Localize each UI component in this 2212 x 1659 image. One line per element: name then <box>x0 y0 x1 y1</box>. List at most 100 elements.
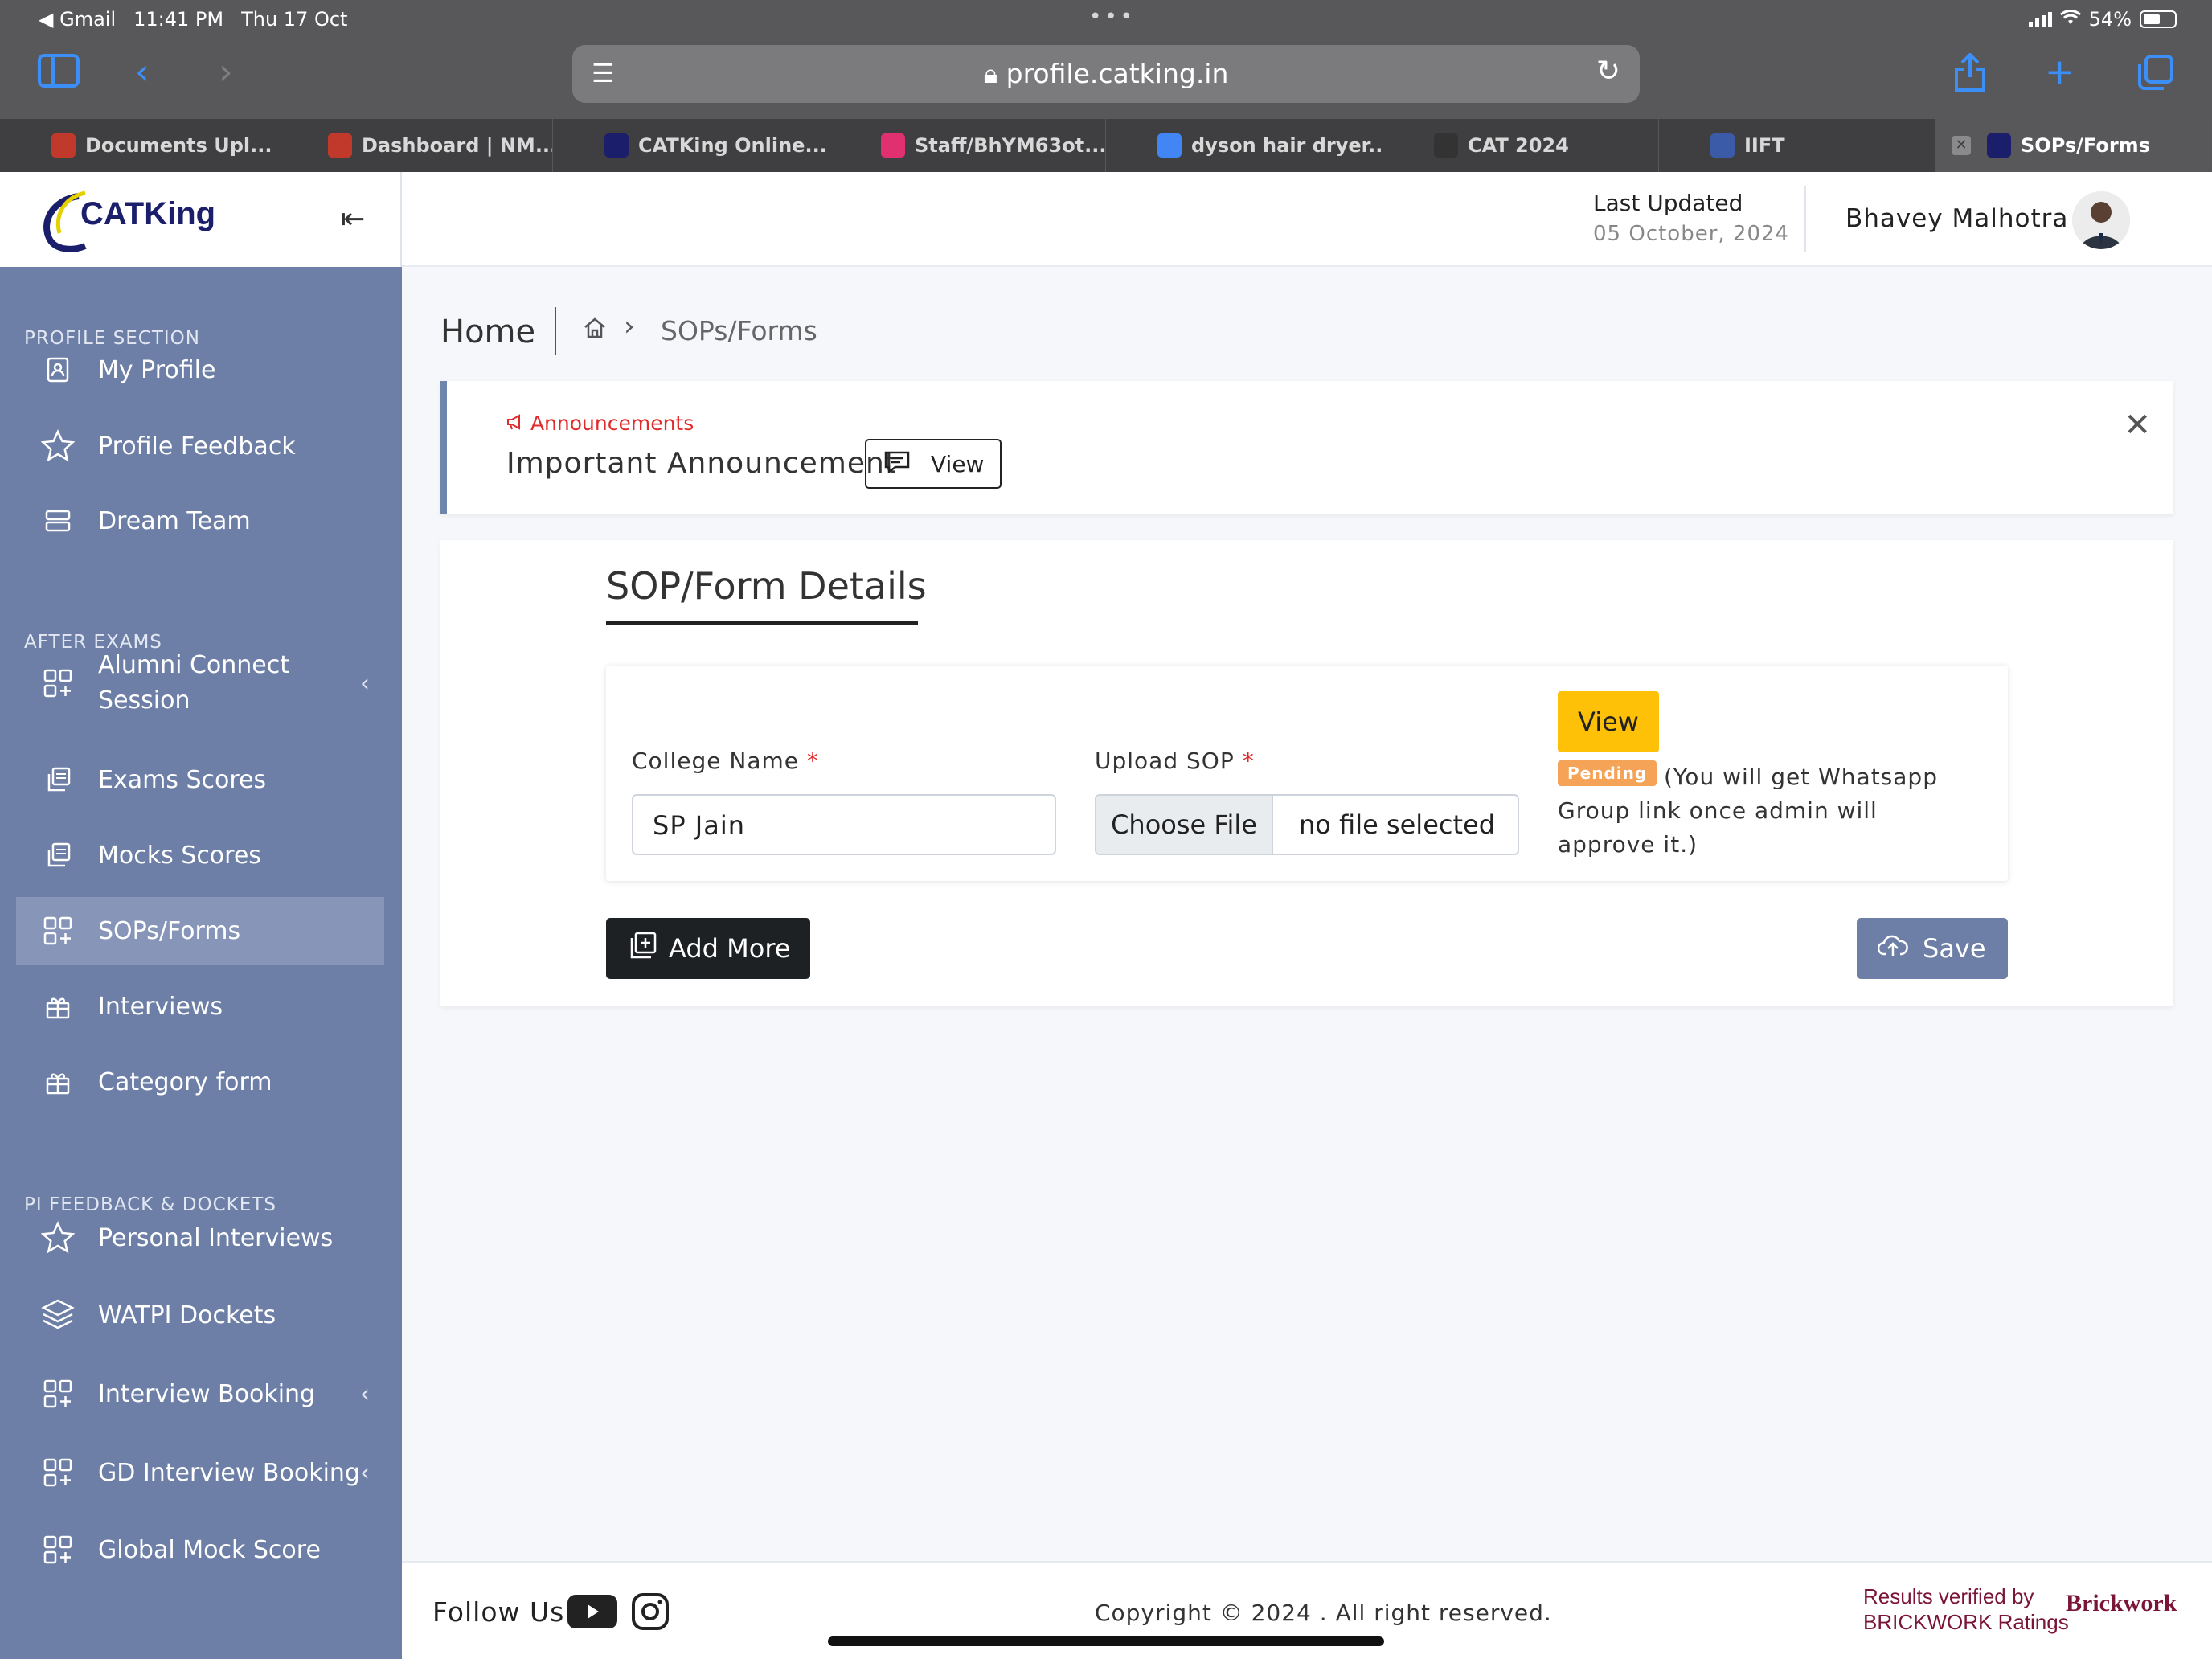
browser-tab[interactable]: dyson hair dryer... <box>1106 119 1382 172</box>
grid-plus-icon <box>40 666 76 701</box>
browser-tab[interactable]: CATKing Online... <box>553 119 830 172</box>
favicon-icon <box>1710 133 1735 158</box>
announcement-title: Important Announcement <box>506 447 897 480</box>
sidebar-item-label: Interviews <box>98 992 223 1021</box>
collapse-sidebar-icon[interactable]: ⇤ <box>341 203 365 236</box>
sidebar-item-profile-feedback[interactable]: Profile Feedback <box>16 412 384 480</box>
upload-sop-input[interactable]: Choose File no file selected <box>1095 794 1519 855</box>
chevron-right-icon: › <box>624 310 635 342</box>
sidebar-item-exams-scores[interactable]: Exams Scores <box>16 746 384 813</box>
sop-form-card: SOP/Form Details College Name * SP Jain U… <box>440 540 2173 1006</box>
share-icon[interactable] <box>1953 52 1987 100</box>
title-underline <box>606 621 918 625</box>
status-time: 11:41 PM <box>133 8 224 31</box>
browser-tab[interactable]: ✕ SOPs/Forms <box>1936 119 2212 172</box>
favicon-icon <box>1987 133 2011 158</box>
star-icon <box>40 428 76 464</box>
choose-file-button[interactable]: Choose File <box>1096 796 1273 854</box>
copyright-text: Copyright © 2024 . All right reserved. <box>1095 1600 1552 1626</box>
view-sop-button[interactable]: View <box>1558 691 1659 752</box>
sidebar-item-mocks-scores[interactable]: Mocks Scores <box>16 821 384 889</box>
instagram-icon[interactable] <box>630 1591 670 1632</box>
back-to-app[interactable]: ◀ Gmail <box>39 8 116 31</box>
tab-title: Staff/BhYM63ot... <box>915 134 1106 157</box>
favicon-icon <box>604 133 629 158</box>
logo-text: CATKing <box>80 196 216 231</box>
required-mark: * <box>806 748 819 774</box>
sidebar-item-label: Alumni Connect Session <box>98 651 290 715</box>
tab-title: Documents Upl... <box>85 134 272 157</box>
sidebar-item-label: GD Interview Booking <box>98 1458 360 1487</box>
sidebar-item-personal-interviews[interactable]: Personal Interviews <box>16 1204 384 1272</box>
sidebar-item-label: Personal Interviews <box>98 1223 334 1252</box>
new-tab-icon[interactable]: + <box>2045 53 2075 92</box>
announcement-label: Announcements <box>506 412 694 435</box>
cloud-upload-icon <box>1877 933 1908 964</box>
user-name[interactable]: Bhavey Malhotra <box>1845 204 2068 233</box>
gift-icon <box>40 989 76 1024</box>
favicon-icon <box>328 133 352 158</box>
lock-icon: 🔒︎ <box>983 58 1006 89</box>
home-icon[interactable] <box>582 315 608 341</box>
tab-title: CATKing Online... <box>638 134 827 157</box>
sidebar-item-gd-interview-booking[interactable]: GD Interview Booking ‹ <box>16 1439 384 1506</box>
form-title: SOP/Form Details <box>606 564 927 608</box>
close-icon[interactable]: ✕ <box>2124 407 2151 444</box>
copy-icon <box>40 838 76 873</box>
college-name-label: College Name * <box>632 748 819 774</box>
page-title: Home <box>440 313 536 350</box>
browser-tab[interactable]: Documents Upl... <box>0 119 276 172</box>
close-tab-icon[interactable]: ✕ <box>1952 136 1971 155</box>
avatar[interactable] <box>2072 191 2130 249</box>
brickwork-logo: Brickwork <box>2066 1590 2177 1616</box>
sidebar-item-label: My Profile <box>98 355 216 384</box>
sidebar-item-interview-booking[interactable]: Interview Booking ‹ <box>16 1360 384 1428</box>
grid-plus-icon <box>40 913 76 948</box>
add-more-button[interactable]: Add More <box>606 918 810 979</box>
announcement-banner: Announcements Important Announcement Vie… <box>440 381 2173 514</box>
youtube-icon[interactable] <box>567 1595 617 1628</box>
multitask-dots-icon[interactable]: ••• <box>1089 5 1136 29</box>
sidebar-item-global-mock-score[interactable]: Global Mock Score <box>16 1516 384 1583</box>
required-mark: * <box>1242 748 1255 774</box>
tabs-overview-icon[interactable] <box>2136 53 2175 100</box>
grid-plus-icon <box>40 1455 76 1490</box>
url-text[interactable]: profile.catking.in <box>1006 58 1229 89</box>
address-bar[interactable]: ☰ 🔒︎ profile.catking.in ↻ <box>572 45 1640 103</box>
gift-icon <box>40 1064 76 1100</box>
sidebar-item-label: Global Mock Score <box>98 1535 321 1564</box>
sidebar-item-interviews[interactable]: Interviews <box>16 973 384 1040</box>
sidebar-item-dream-team[interactable]: Dream Team <box>16 487 384 555</box>
sidebar-item-category-form[interactable]: Category form <box>16 1048 384 1116</box>
sidebar-item-my-profile[interactable]: My Profile <box>16 336 384 403</box>
grid-plus-icon <box>40 1532 76 1567</box>
tab-title: CAT 2024 <box>1468 134 1569 157</box>
chevron-left-icon[interactable]: ‹ <box>360 1380 370 1408</box>
home-indicator <box>828 1636 1384 1646</box>
reload-icon[interactable]: ↻ <box>1596 55 1620 88</box>
browser-tab[interactable]: Staff/BhYM63ot... <box>830 119 1106 172</box>
grid-plus-icon <box>40 1376 76 1411</box>
save-button[interactable]: Save <box>1857 918 2008 979</box>
chevron-left-icon[interactable]: ‹ <box>360 670 370 698</box>
sidebar-item-alumni-connect-session[interactable]: Alumni Connect Session ‹ <box>16 649 384 717</box>
breadcrumb-current: SOPs/Forms <box>661 315 817 346</box>
profile-icon <box>40 352 76 387</box>
browser-tab[interactable]: Dashboard | NM... <box>276 119 553 172</box>
status-badge: Pending <box>1558 760 1657 786</box>
battery-level: 54% <box>2088 8 2132 31</box>
browser-tab[interactable]: IIFT <box>1659 119 1936 172</box>
forward-icon[interactable]: › <box>219 53 233 92</box>
sidebar-item-label: Interview Booking <box>98 1379 316 1408</box>
sidebar-toggle-icon[interactable] <box>37 53 80 96</box>
star-icon <box>40 1220 76 1256</box>
sidebar-item-watpi-dockets[interactable]: WATPI Dockets <box>16 1281 384 1349</box>
upload-sop-label: Upload SOP * <box>1095 748 1255 774</box>
sidebar-item-sops-forms[interactable]: SOPs/Forms <box>16 897 384 965</box>
sidebar-item-label: Category form <box>98 1067 272 1096</box>
back-icon[interactable]: ‹ <box>135 53 150 92</box>
browser-tab[interactable]: CAT 2024 <box>1382 119 1659 172</box>
chevron-left-icon[interactable]: ‹ <box>360 1459 370 1487</box>
announcement-view-button[interactable]: View <box>865 439 1002 489</box>
college-name-field[interactable]: SP Jain <box>632 794 1056 855</box>
